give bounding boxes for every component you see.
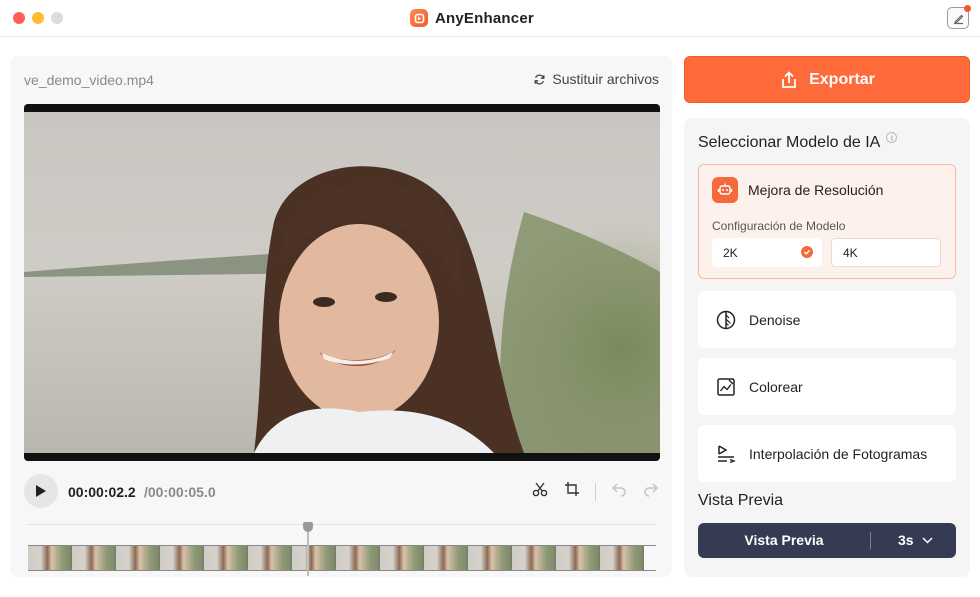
model-label-super-resolution: Mejora de Resolución (748, 182, 884, 198)
resolution-option-2k[interactable]: 2K (712, 238, 822, 267)
play-button[interactable] (24, 474, 58, 508)
replace-files-button[interactable]: Sustituir archivos (533, 71, 659, 87)
preview-duration-value: 3s (898, 532, 914, 548)
app-window: AnyEnhancer ve_demo_video.mp4 Sustituir … (0, 0, 980, 597)
undo-icon[interactable] (610, 480, 628, 503)
filmstrip-frame (204, 546, 248, 570)
model-section-title-text: Seleccionar Modelo de IA (698, 134, 881, 151)
ai-model-panel: Seleccionar Modelo de IA i Mejora de Res… (684, 118, 970, 577)
filmstrip-frame (512, 546, 556, 570)
model-section-title: Seleccionar Modelo de IA i (698, 132, 898, 152)
filmstrip-frame (600, 546, 644, 570)
robot-icon (712, 177, 738, 203)
crop-icon[interactable] (563, 480, 581, 503)
preview-button-divider (870, 532, 871, 549)
feedback-button[interactable] (947, 5, 971, 29)
cut-icon[interactable] (531, 480, 549, 503)
playhead-handle[interactable] (303, 522, 313, 532)
redo-icon[interactable] (642, 480, 660, 503)
preview-button[interactable]: Vista Previa 3s (698, 523, 956, 558)
export-label: Exportar (809, 70, 875, 88)
model-config-label: Configuración de Modelo (712, 219, 846, 233)
chevron-down-icon (922, 536, 933, 544)
resolution-option-4k[interactable]: 4K (831, 238, 941, 267)
filmstrip-frame (424, 546, 468, 570)
zoom-window-button[interactable] (51, 12, 63, 24)
filmstrip-frame (160, 546, 204, 570)
edit-tools (531, 480, 660, 503)
filmstrip-frame (556, 546, 600, 570)
filmstrip-frame (72, 546, 116, 570)
current-time: 00:00:02.2 (68, 484, 136, 500)
app-title: AnyEnhancer (410, 8, 534, 28)
model-label-denoise: Denoise (749, 311, 801, 328)
resolution-option-2k-label: 2K (723, 245, 738, 260)
model-card-denoise[interactable]: Denoise (698, 291, 956, 348)
video-frame (24, 112, 660, 453)
file-name: ve_demo_video.mp4 (24, 72, 154, 88)
filmstrip-frame (292, 546, 336, 570)
upload-icon (782, 70, 796, 88)
toolbar-divider (595, 482, 596, 501)
replace-files-label: Sustituir archivos (552, 71, 659, 87)
filmstrip[interactable] (28, 545, 656, 571)
video-frame-image (24, 112, 660, 453)
frame-interpolation-icon (713, 441, 739, 467)
minimize-window-button[interactable] (32, 12, 44, 24)
model-label-frame-interpolation: Interpolación de Fotogramas (749, 445, 928, 462)
notification-dot (964, 5, 971, 12)
close-window-button[interactable] (13, 12, 25, 24)
info-icon[interactable]: i (886, 132, 898, 143)
playhead[interactable] (307, 526, 309, 576)
filmstrip-frame (468, 546, 512, 570)
video-editor-panel: ve_demo_video.mp4 Sustituir archivos 00:… (10, 56, 672, 577)
timeline-track (28, 524, 656, 525)
preview-button-label: Vista Previa (744, 532, 824, 548)
preview-section-title: Vista Previa (698, 492, 784, 509)
model-card-super-resolution[interactable]: Mejora de Resolución Configuración de Mo… (698, 164, 956, 279)
model-card-frame-interpolation[interactable]: Interpolación de Fotogramas (698, 425, 956, 482)
colorize-icon (713, 374, 739, 400)
denoise-icon (713, 307, 739, 333)
playback-controls: 00:00:02.2 /00:00:05.0 (24, 474, 660, 510)
video-player[interactable] (24, 104, 660, 461)
export-button[interactable]: Exportar (684, 56, 970, 103)
filmstrip-frame (28, 546, 72, 570)
preview-duration-select[interactable]: 3s (898, 532, 933, 548)
resolution-option-4k-label: 4K (843, 245, 858, 260)
title-bar: AnyEnhancer (0, 0, 980, 37)
refresh-icon (534, 74, 545, 84)
filmstrip-frame (336, 546, 380, 570)
model-card-colorize[interactable]: Colorear (698, 358, 956, 415)
edit-note-icon (953, 14, 963, 24)
play-icon (36, 485, 46, 497)
filmstrip-frame (116, 546, 160, 570)
model-label-colorize: Colorear (749, 378, 803, 395)
check-icon (801, 246, 813, 258)
app-name: AnyEnhancer (435, 9, 534, 27)
total-time: /00:00:05.0 (144, 484, 216, 500)
app-logo-icon (410, 9, 428, 27)
filmstrip-frame (380, 546, 424, 570)
filmstrip-frame (248, 546, 292, 570)
